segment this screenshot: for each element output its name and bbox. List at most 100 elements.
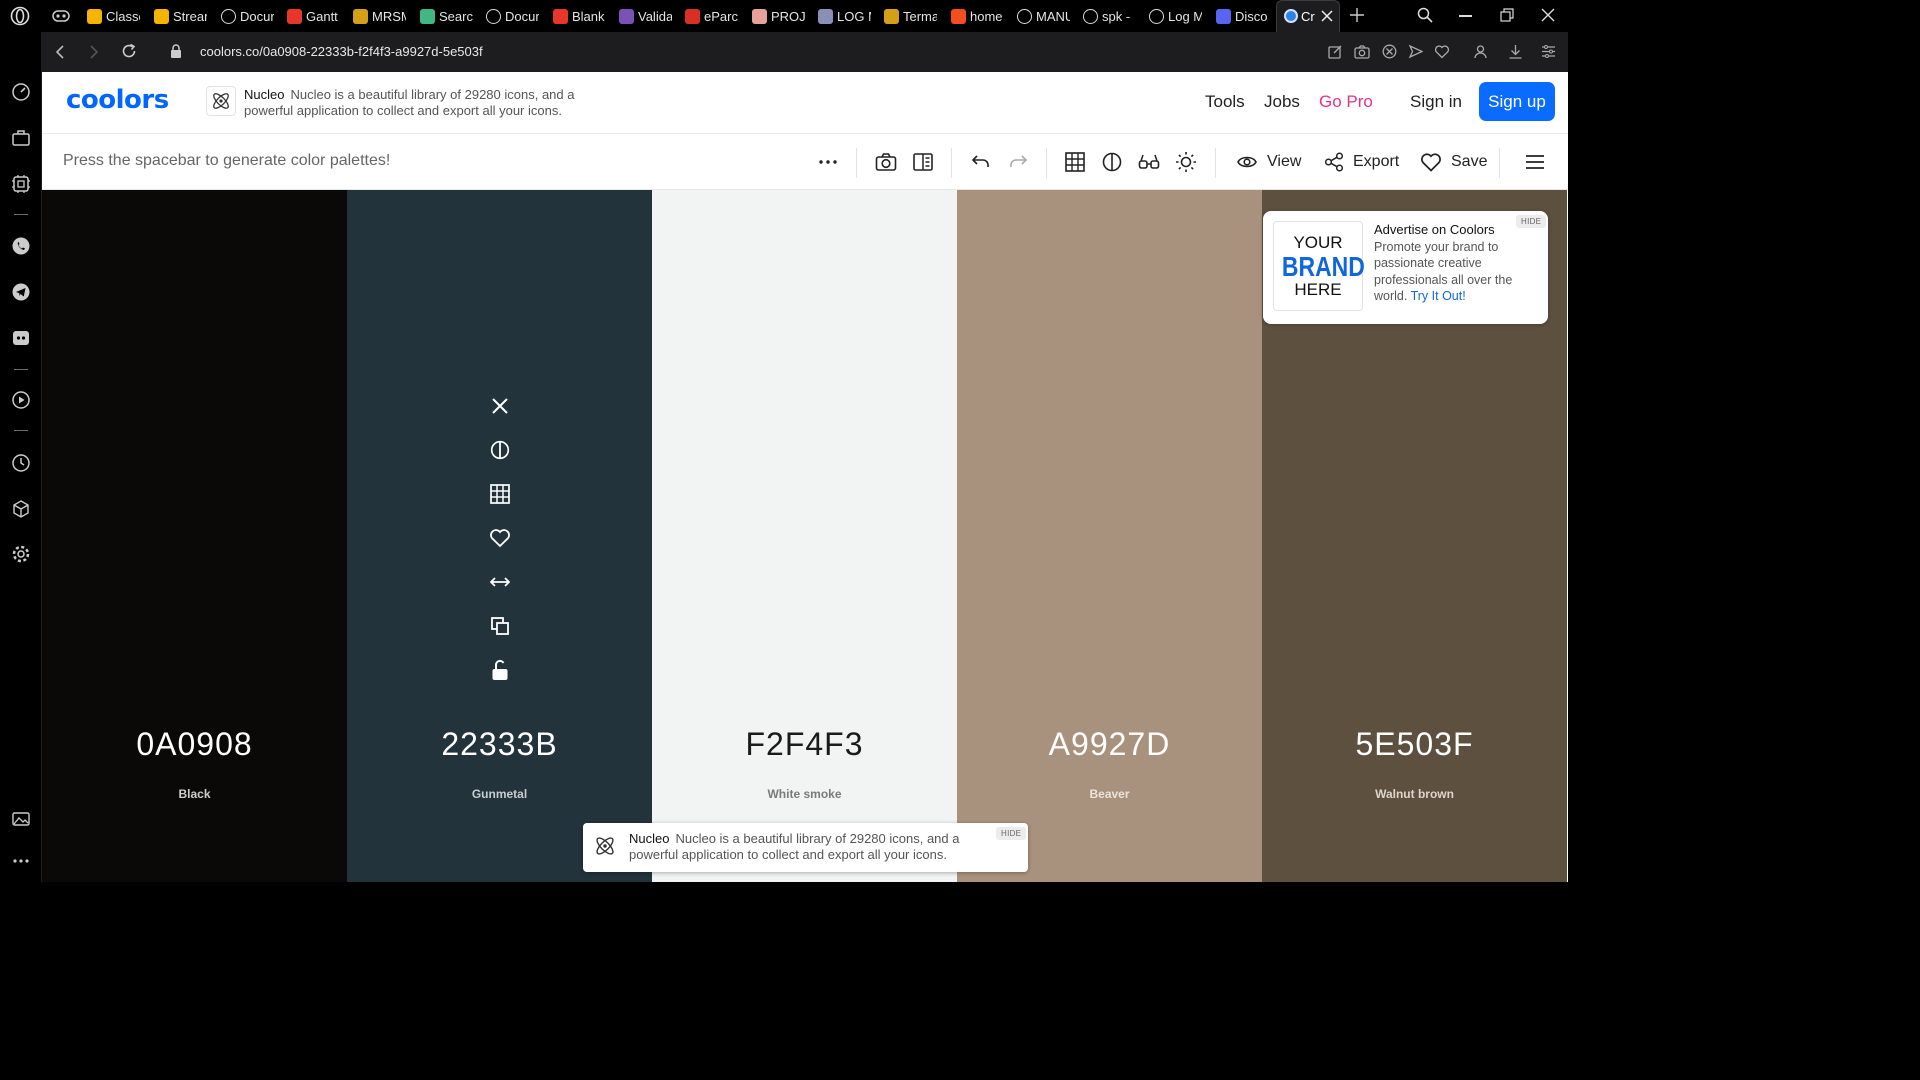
share-icon[interactable] xyxy=(1322,150,1346,174)
browser-tab[interactable]: Gantt xyxy=(287,4,340,28)
browser-tab[interactable]: home xyxy=(951,4,1004,28)
color-swatch[interactable]: 0A0908 Black xyxy=(42,190,347,882)
swatch-color-name[interactable]: White smoke xyxy=(652,787,957,801)
active-tab[interactable]: Cr xyxy=(1276,0,1340,32)
contrast-icon[interactable] xyxy=(1100,150,1124,174)
sign-up-button[interactable]: Sign up xyxy=(1479,82,1555,121)
swatch-hex-code[interactable]: 0A0908 xyxy=(42,726,347,763)
favorite-heart-icon[interactable] xyxy=(486,524,514,552)
telegram-icon[interactable] xyxy=(10,281,32,303)
profile-icon[interactable] xyxy=(1473,44,1488,59)
settings-gear-icon[interactable] xyxy=(10,543,32,565)
browser-tab[interactable]: PROJE xyxy=(752,4,805,28)
extensions-cube-icon[interactable] xyxy=(10,498,32,520)
browser-tab[interactable]: spk - xyxy=(1083,4,1136,28)
remove-color-icon[interactable] xyxy=(486,392,514,420)
drag-arrows-icon[interactable] xyxy=(486,568,514,596)
browser-tab[interactable]: Docur xyxy=(486,4,539,28)
nucleo-logo-icon[interactable] xyxy=(206,86,236,116)
swatch-hex-code[interactable]: F2F4F3 xyxy=(652,726,957,763)
close-tab-icon[interactable] xyxy=(1321,10,1333,22)
advertise-card[interactable]: YOUR BRAND HERE Advertise on Coolors Pro… xyxy=(1263,211,1548,324)
view-columns-icon[interactable] xyxy=(911,150,935,174)
url-field[interactable]: coolors.co/0a0908-22333b-f2f4f3-a9927d-5… xyxy=(200,44,483,59)
browser-tab[interactable]: Blank xyxy=(553,4,606,28)
try-it-out-link[interactable]: Try It Out! xyxy=(1411,289,1466,303)
new-tab-icon[interactable] xyxy=(1350,8,1364,22)
hide-ad-button[interactable]: HIDE xyxy=(1516,215,1547,228)
browser-tab[interactable]: Valida xyxy=(619,4,672,28)
minimize-icon[interactable] xyxy=(1459,15,1472,17)
swatch-color-name[interactable]: Walnut brown xyxy=(1262,787,1567,801)
unlock-icon[interactable] xyxy=(486,656,514,684)
whatsapp-icon[interactable] xyxy=(10,235,32,257)
history-icon[interactable] xyxy=(10,452,32,474)
swatch-hex-code[interactable]: A9927D xyxy=(957,726,1262,763)
bottom-ad-banner[interactable]: Nucleo Nucleo is a beautiful library of 2… xyxy=(583,823,1028,872)
coolors-logo[interactable]: coolors xyxy=(66,85,169,115)
view-button[interactable]: View xyxy=(1267,153,1301,171)
nav-tools[interactable]: Tools xyxy=(1205,92,1245,112)
color-swatch[interactable]: A9927D Beaver xyxy=(957,190,1262,882)
shades-contrast-icon[interactable] xyxy=(486,436,514,464)
copy-hex-icon[interactable] xyxy=(486,612,514,640)
brightness-icon[interactable] xyxy=(1174,150,1198,174)
workspaces-icon[interactable] xyxy=(52,8,70,24)
save-heart-icon[interactable] xyxy=(1419,150,1443,174)
search-tabs-icon[interactable] xyxy=(1417,7,1433,23)
browser-tab[interactable]: MANU xyxy=(1017,4,1070,28)
restore-icon[interactable] xyxy=(1500,8,1514,22)
more-options-icon[interactable] xyxy=(816,150,840,174)
opera-icon[interactable] xyxy=(10,6,30,26)
close-window-icon[interactable] xyxy=(1541,8,1555,22)
more-icon[interactable] xyxy=(10,850,32,872)
browser-tab[interactable]: MRSM xyxy=(353,4,406,28)
color-swatch[interactable]: F2F4F3 White smoke xyxy=(652,190,957,882)
nav-jobs[interactable]: Jobs xyxy=(1264,92,1300,112)
browser-tab[interactable]: Strear xyxy=(154,4,207,28)
hamburger-menu-icon[interactable] xyxy=(1523,150,1547,174)
forward-icon[interactable] xyxy=(86,44,100,60)
discord-icon[interactable] xyxy=(10,327,32,349)
color-swatch[interactable]: 22333B Gunmetal xyxy=(347,190,652,882)
reload-icon[interactable] xyxy=(121,43,137,59)
swatch-color-name[interactable]: Gunmetal xyxy=(347,787,652,801)
wallpaper-icon[interactable] xyxy=(10,808,32,830)
browser-tab[interactable]: Classe xyxy=(87,4,140,28)
browser-tab[interactable]: Log M xyxy=(1149,4,1202,28)
view-shades-grid-icon[interactable] xyxy=(486,480,514,508)
hide-bottom-ad-button[interactable]: HIDE xyxy=(996,827,1027,840)
snapshot-camera-icon[interactable] xyxy=(1354,44,1370,59)
speed-dial-icon[interactable] xyxy=(10,81,32,103)
color-blindness-glasses-icon[interactable] xyxy=(1137,150,1161,174)
swatch-hex-code[interactable]: 5E503F xyxy=(1262,726,1567,763)
browser-tab[interactable]: LOG M xyxy=(818,4,871,28)
adblock-icon[interactable] xyxy=(1382,44,1397,59)
browser-tab[interactable]: eParc xyxy=(685,4,738,28)
undo-icon[interactable] xyxy=(969,150,993,174)
redo-icon[interactable] xyxy=(1006,150,1030,174)
browser-tab[interactable]: Terma xyxy=(884,4,937,28)
export-button[interactable]: Export xyxy=(1353,153,1399,171)
swatch-color-name[interactable]: Beaver xyxy=(957,787,1262,801)
browser-tab[interactable]: Searc xyxy=(420,4,473,28)
easy-setup-icon[interactable] xyxy=(1541,44,1556,59)
camera-icon[interactable] xyxy=(874,150,898,174)
palette-grid-icon[interactable] xyxy=(1063,150,1087,174)
swatch-hex-code[interactable]: 22333B xyxy=(347,726,652,763)
back-icon[interactable] xyxy=(54,44,68,60)
view-eye-icon[interactable] xyxy=(1235,150,1259,174)
header-ad-text[interactable]: Nucleo Nucleo is a beautiful library of 2… xyxy=(244,87,604,119)
browser-tab[interactable]: Docur xyxy=(221,4,274,28)
sign-in-link[interactable]: Sign in xyxy=(1410,92,1462,112)
ai-chip-icon[interactable] xyxy=(10,173,32,195)
browser-tab[interactable]: Disco xyxy=(1216,4,1269,28)
player-icon[interactable] xyxy=(10,389,32,411)
send-icon[interactable] xyxy=(1408,44,1423,59)
nav-go-pro[interactable]: Go Pro xyxy=(1319,92,1373,112)
save-button[interactable]: Save xyxy=(1451,153,1487,171)
lock-icon[interactable] xyxy=(170,44,182,59)
download-icon[interactable] xyxy=(1508,44,1523,59)
briefcase-icon[interactable] xyxy=(10,127,32,149)
edit-share-icon[interactable] xyxy=(1328,44,1343,59)
